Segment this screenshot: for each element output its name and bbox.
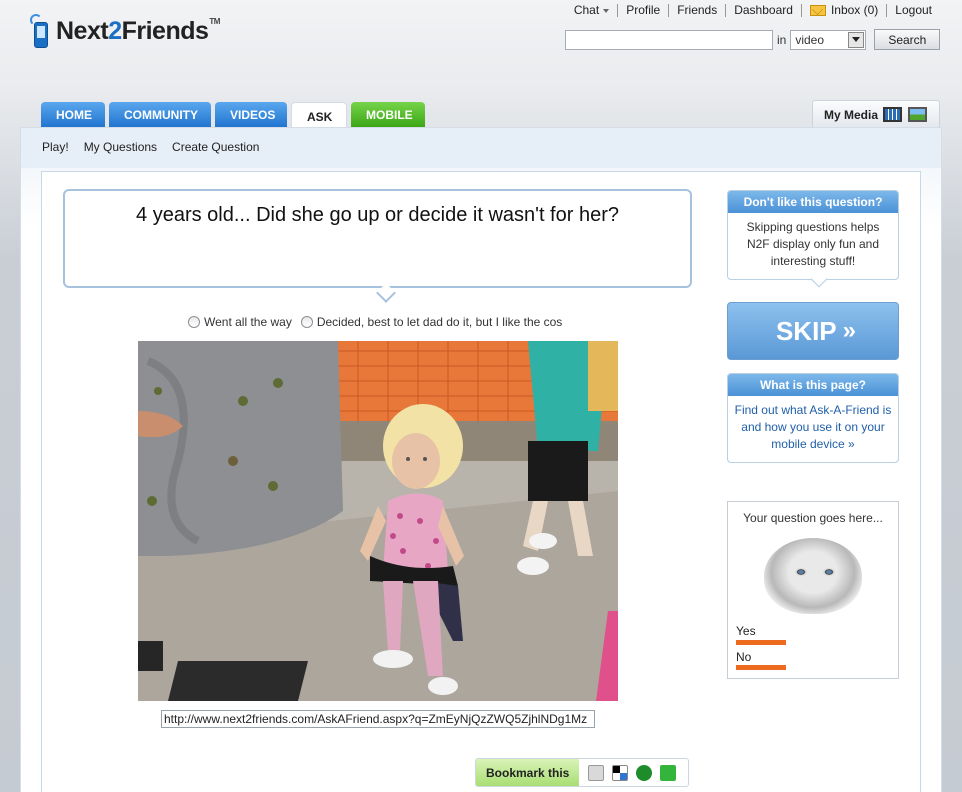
dislike-question-box: Don't like this question? Skipping quest… [727,190,899,280]
search-input[interactable] [565,29,773,50]
digg-icon[interactable] [588,764,605,781]
question-url-field[interactable] [161,710,595,728]
dashboard-link[interactable]: Dashboard [725,4,801,17]
my-media-tab[interactable]: My Media [812,100,940,128]
dislike-box-title: Don't like this question? [728,191,898,213]
ad-no-label: No [736,650,752,664]
what-is-this-box: What is this page? Find out what Ask-A-F… [727,373,899,463]
subnav-play[interactable]: Play! [42,140,69,154]
bookmark-widget: Bookmark this [475,758,689,787]
chat-menu[interactable]: Chat [566,4,617,17]
search-in-label: in [777,32,787,47]
tab-community[interactable]: COMMUNITY [109,102,211,128]
top-nav: Chat Profile Friends Dashboard Inbox (0)… [566,4,940,17]
answer-radio-2[interactable] [300,316,313,328]
search-bar: in video Search [565,29,941,50]
bookmark-button[interactable]: Bookmark this [476,759,580,786]
skip-button[interactable]: SKIP » [727,302,899,360]
dropdown-arrow-icon[interactable] [848,31,865,48]
friends-link[interactable]: Friends [668,4,725,17]
main-tabs: HOME COMMUNITY VIDEOS ASK MOBILE [41,102,429,129]
inbox-link[interactable]: Inbox (0) [800,4,886,17]
tab-videos[interactable]: VIDEOS [215,102,287,128]
video-film-icon[interactable] [883,107,903,122]
ad-title: Your question goes here... [743,511,883,525]
subnav-my-questions[interactable]: My Questions [84,140,157,154]
phone-logo-icon [30,14,50,48]
what-is-this-link[interactable]: Find out what Ask-A-Friend is and how yo… [728,396,898,459]
ad-no-bar [736,665,786,670]
question-bubble: 4 years old... Did she go up or decide i… [63,189,692,303]
answer-options: Went all the way Decided, best to let da… [188,315,571,329]
chevron-down-icon [603,8,610,13]
answer-radio-1[interactable] [188,316,200,328]
dislike-box-body: Skipping questions helps N2F display onl… [746,220,880,268]
your-question-ad[interactable]: Your question goes here... Yes No [727,501,899,679]
answer-label-1: Went all the way [204,315,292,329]
technorati-icon[interactable] [660,764,677,781]
skip-label: SKIP [775,315,837,346]
stumbleupon-icon[interactable] [636,764,653,781]
double-chevron-right-icon: » [842,317,857,344]
answer-option-2[interactable]: Decided, best to let dad do it, but I li… [300,315,563,329]
tab-mobile[interactable]: MOBILE [351,102,425,128]
ad-yes-bar [736,640,786,645]
logo-text: Next2FriendsTM [56,16,220,45]
envelope-icon [809,5,826,17]
profile-link[interactable]: Profile [617,4,668,17]
photo-picture-icon[interactable] [908,107,928,122]
answer-label-2: Decided, best to let dad do it, but I li… [316,315,563,329]
question-text: 4 years old... Did she go up or decide i… [136,204,619,226]
my-media-label: My Media [824,107,879,122]
what-is-this-title: What is this page? [728,374,898,396]
search-scope-select[interactable]: video [790,29,867,50]
delicious-icon[interactable] [612,764,629,781]
sub-nav: Play! My Questions Create Question [42,140,274,154]
search-scope-value: video [795,32,825,47]
search-button[interactable]: Search [874,29,941,50]
subnav-create-question[interactable]: Create Question [172,140,259,154]
logo[interactable]: Next2FriendsTM [30,14,220,48]
question-photo [138,341,618,701]
tab-ask[interactable]: ASK [291,102,347,129]
ad-yes-label: Yes [736,624,756,638]
baby-photo [764,538,862,614]
logout-link[interactable]: Logout [886,4,940,17]
tab-home[interactable]: HOME [41,102,105,128]
answer-option-1[interactable]: Went all the way [188,315,292,329]
